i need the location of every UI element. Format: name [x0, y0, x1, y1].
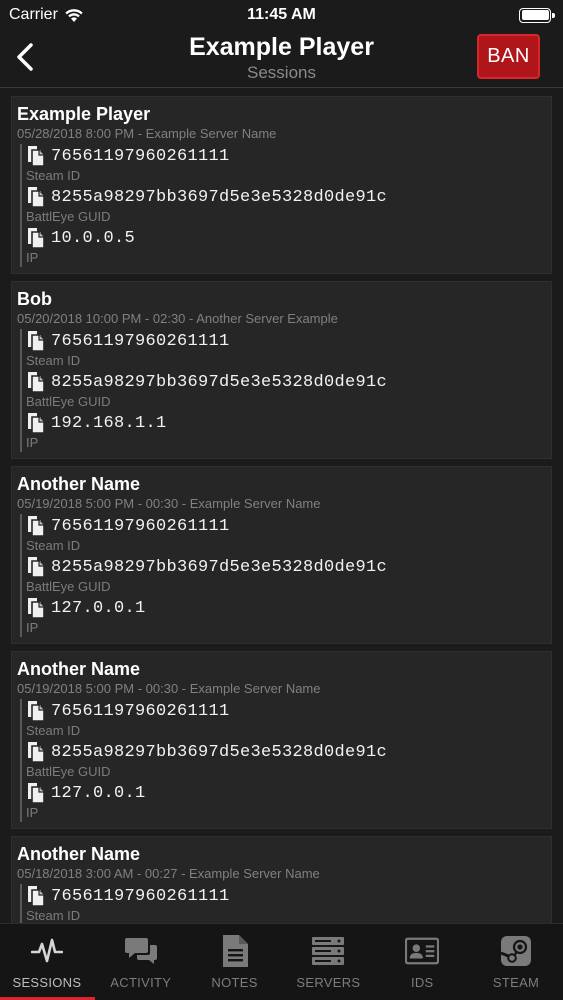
- sessions-list[interactable]: Example Player 05/28/2018 8:00 PM - Exam…: [0, 89, 563, 923]
- steam-id-row[interactable]: 76561197960261111 Steam ID: [20, 144, 551, 185]
- steam-icon: [499, 934, 533, 968]
- copy-icon[interactable]: [26, 145, 46, 167]
- steam-id-value: 76561197960261111: [51, 701, 230, 721]
- player-name: Another Name: [17, 844, 141, 864]
- steam-id-value: 76561197960261111: [51, 516, 230, 536]
- ip-value: 127.0.0.1: [51, 598, 146, 618]
- server-rack-icon: [311, 934, 345, 968]
- player-name: Bob: [17, 289, 52, 309]
- steam-id-label: Steam ID: [26, 723, 81, 738]
- session-card: Example Player 05/28/2018 8:00 PM - Exam…: [11, 96, 552, 274]
- ip-value: 127.0.0.1: [51, 783, 146, 803]
- tab-label: ACTIVITY: [110, 975, 172, 990]
- session-meta: 05/19/2018 5:00 PM - 00:30 - Example Ser…: [17, 496, 321, 511]
- ip-row[interactable]: 10.0.0.5 IP: [20, 226, 551, 267]
- ip-label: IP: [26, 435, 39, 450]
- status-time: 11:45 AM: [247, 6, 316, 23]
- tab-servers[interactable]: SERVERS: [281, 924, 375, 1000]
- ip-label: IP: [26, 250, 39, 265]
- page-subtitle: Sessions: [247, 63, 316, 82]
- session-card: Bob 05/20/2018 10:00 PM - 02:30 - Anothe…: [11, 281, 552, 459]
- battleye-guid-label: BattlEye GUID: [26, 579, 111, 594]
- steam-id-value: 76561197960261111: [51, 331, 230, 351]
- battery-icon: [519, 7, 555, 23]
- copy-icon[interactable]: [26, 782, 46, 804]
- copy-icon[interactable]: [26, 227, 46, 249]
- player-name: Example Player: [17, 104, 151, 124]
- battleye-guid-row[interactable]: 8255a98297bb3697d5e3e5328d0de91c BattlEy…: [20, 370, 551, 411]
- player-name: Another Name: [17, 659, 141, 679]
- battleye-guid-value: 8255a98297bb3697d5e3e5328d0de91c: [51, 372, 388, 392]
- tab-label: SESSIONS: [12, 975, 82, 990]
- carrier-label: Carrier: [9, 6, 58, 23]
- ip-row[interactable]: 127.0.0.1 IP: [20, 596, 551, 637]
- tab-ids[interactable]: IDS: [375, 924, 469, 1000]
- copy-icon[interactable]: [26, 556, 46, 578]
- ban-button[interactable]: BAN: [477, 34, 540, 79]
- wifi-icon: [65, 8, 83, 22]
- battleye-guid-row[interactable]: 8255a98297bb3697d5e3e5328d0de91c BattlEy…: [20, 185, 551, 226]
- steam-id-label: Steam ID: [26, 908, 81, 923]
- copy-icon[interactable]: [26, 330, 46, 352]
- back-button[interactable]: [8, 38, 42, 76]
- session-card: Another Name 05/18/2018 3:00 AM - 00:27 …: [11, 836, 552, 923]
- tab-label: SERVERS: [296, 975, 361, 990]
- tab-label: STEAM: [492, 975, 540, 990]
- chevron-left-icon: [17, 43, 33, 71]
- battleye-guid-label: BattlEye GUID: [26, 764, 111, 779]
- id-card-icon: [405, 934, 440, 968]
- copy-icon[interactable]: [26, 741, 46, 763]
- activity-pulse-icon: [30, 934, 64, 968]
- chat-bubbles-icon: [124, 934, 158, 968]
- session-meta: 05/20/2018 10:00 PM - 02:30 - Another Se…: [17, 311, 338, 326]
- battleye-guid-label: BattlEye GUID: [26, 209, 111, 224]
- steam-id-row[interactable]: 76561197960261111 Steam ID: [20, 329, 551, 370]
- steam-id-row[interactable]: 76561197960261111 Steam ID: [20, 699, 551, 740]
- copy-icon[interactable]: [26, 700, 46, 722]
- steam-id-row[interactable]: 76561197960261111 Steam ID: [20, 514, 551, 555]
- copy-icon[interactable]: [26, 186, 46, 208]
- ip-value: 10.0.0.5: [51, 228, 136, 248]
- battleye-guid-label: BattlEye GUID: [26, 394, 111, 409]
- copy-icon[interactable]: [26, 412, 46, 434]
- ip-label: IP: [26, 805, 39, 820]
- session-card: Another Name 05/19/2018 5:00 PM - 00:30 …: [11, 466, 552, 644]
- steam-id-label: Steam ID: [26, 538, 81, 553]
- copy-icon[interactable]: [26, 885, 46, 907]
- tab-steam[interactable]: STEAM: [469, 924, 563, 1000]
- tab-sessions[interactable]: SESSIONS: [0, 924, 95, 1000]
- tab-label: NOTES: [211, 975, 258, 990]
- steam-id-value: 76561197960261111: [51, 146, 230, 166]
- battleye-guid-value: 8255a98297bb3697d5e3e5328d0de91c: [51, 187, 388, 207]
- session-meta: 05/28/2018 8:00 PM - Example Server Name: [17, 126, 277, 141]
- document-icon: [218, 934, 252, 968]
- ip-label: IP: [26, 620, 39, 635]
- player-name: Another Name: [17, 474, 141, 494]
- navigation-bar: Example Player Sessions BAN: [0, 30, 563, 88]
- page-title: Example Player: [189, 33, 374, 61]
- ip-row[interactable]: 127.0.0.1 IP: [20, 781, 551, 822]
- battleye-guid-value: 8255a98297bb3697d5e3e5328d0de91c: [51, 557, 388, 577]
- copy-icon[interactable]: [26, 597, 46, 619]
- tab-notes[interactable]: NOTES: [188, 924, 282, 1000]
- status-bar: Carrier 11:45 AM: [0, 0, 563, 30]
- steam-id-label: Steam ID: [26, 353, 81, 368]
- tab-bar: SESSIONS ACTIVITY NOTES SERVERS IDS STEA…: [0, 923, 563, 1000]
- battleye-guid-row[interactable]: 8255a98297bb3697d5e3e5328d0de91c BattlEy…: [20, 555, 551, 596]
- session-meta: 05/19/2018 5:00 PM - 00:30 - Example Ser…: [17, 681, 321, 696]
- session-meta: 05/18/2018 3:00 AM - 00:27 - Example Ser…: [17, 866, 320, 881]
- battleye-guid-row[interactable]: 8255a98297bb3697d5e3e5328d0de91c BattlEy…: [20, 740, 551, 781]
- steam-id-row[interactable]: 76561197960261111 Steam ID: [20, 884, 551, 923]
- tab-activity[interactable]: ACTIVITY: [94, 924, 188, 1000]
- ip-value: 192.168.1.1: [51, 413, 167, 433]
- copy-icon[interactable]: [26, 515, 46, 537]
- steam-id-value: 76561197960261111: [51, 886, 230, 906]
- copy-icon[interactable]: [26, 371, 46, 393]
- steam-id-label: Steam ID: [26, 168, 81, 183]
- ip-row[interactable]: 192.168.1.1 IP: [20, 411, 551, 452]
- battleye-guid-value: 8255a98297bb3697d5e3e5328d0de91c: [51, 742, 388, 762]
- session-card: Another Name 05/19/2018 5:00 PM - 00:30 …: [11, 651, 552, 829]
- tab-label: IDS: [410, 975, 434, 990]
